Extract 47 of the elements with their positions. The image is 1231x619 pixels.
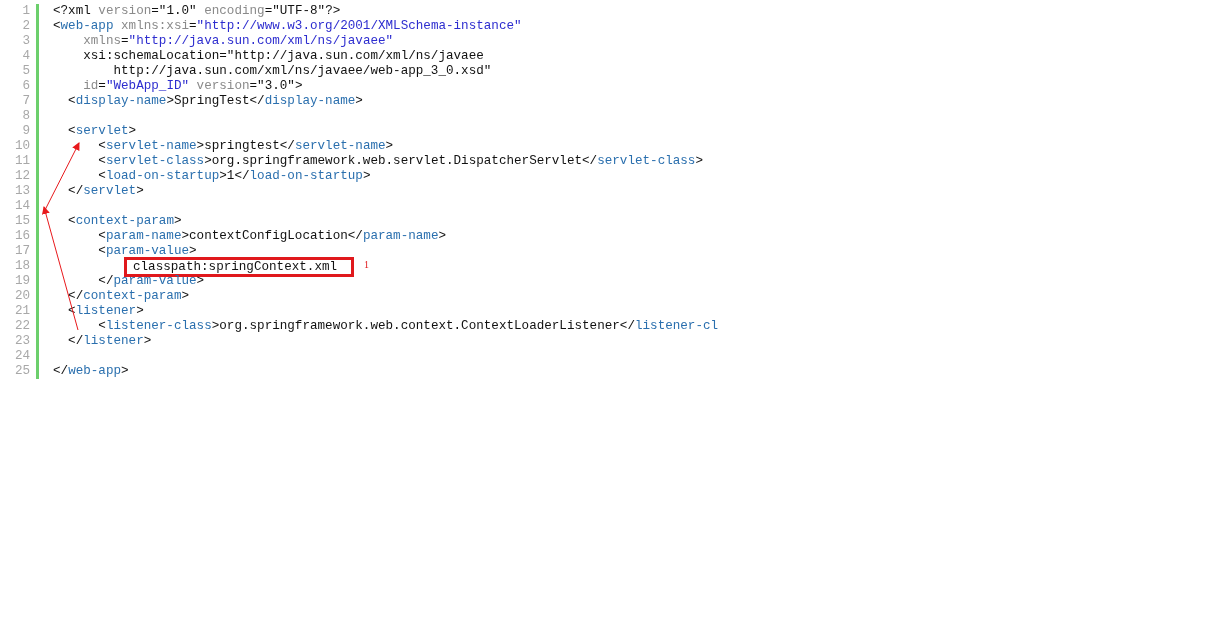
line-number: 4: [22, 49, 30, 64]
line-number: 2: [22, 19, 30, 34]
line-number: 19: [14, 274, 30, 289]
line-number: 16: [14, 229, 30, 244]
line-number: 10: [14, 139, 30, 154]
line-number: 11: [14, 154, 30, 169]
code-line: </listener>: [67, 334, 153, 349]
code-line: <servlet-name>springtest</servlet-name>: [97, 139, 395, 154]
line-number: 18: [14, 259, 30, 274]
line-number: 12: [14, 169, 30, 184]
line-number: 23: [14, 334, 30, 349]
code-line: </context-param>: [67, 289, 191, 304]
line-number: 1: [22, 4, 30, 19]
annotation-label: 1: [364, 258, 370, 272]
code-line: <servlet-class>org.springframework.web.servlet.DispatcherServlet</servlet-class>: [97, 154, 704, 169]
line-number: 21: [14, 304, 30, 319]
code-line: <display-name>SpringTest</display-name>: [67, 94, 364, 109]
code-line: <listener-class>org.springframework.web.context.ContextLoaderListener</listener-cl: [97, 319, 719, 334]
line-number: 3: [22, 34, 30, 49]
code-line: </param-value>: [97, 274, 206, 289]
code-line: http://java.sun.com/xml/ns/javaee/web-app_3_0.xsd": [112, 64, 493, 79]
line-number: 20: [14, 289, 30, 304]
code-line: <load-on-startup>1</load-on-startup>: [97, 169, 372, 184]
line-number: 15: [14, 214, 30, 229]
line-number: 9: [22, 124, 30, 139]
code-line: <servlet>: [67, 124, 138, 139]
code-line: <listener>: [67, 304, 145, 319]
line-number: 22: [14, 319, 30, 334]
code-line: <context-param>: [67, 214, 183, 229]
code-line: </web-app>: [53, 364, 130, 379]
line-number: 24: [14, 349, 30, 364]
line-number: 8: [22, 109, 30, 124]
line-number: 14: [14, 199, 30, 214]
line-number: 5: [22, 64, 30, 79]
code-line: xsi:schemaLocation="http://java.sun.com/xml/ns/javaee: [82, 49, 485, 64]
code-line: <?xml version="1.0" encoding="UTF-8"?>: [53, 4, 342, 19]
line-number: 17: [14, 244, 30, 259]
code-line: <param-name>contextConfigLocation</param-name>: [97, 229, 448, 244]
line-number: 6: [22, 79, 30, 94]
line-number: 25: [14, 364, 30, 379]
code-line: <web-app xmlns:xsi="http://www.w3.org/2001/XMLSchema-instance": [53, 19, 523, 34]
line-number: 7: [22, 94, 30, 109]
code-line: </servlet>: [67, 184, 145, 199]
line-number: 13: [14, 184, 30, 199]
code-line: <param-value>: [97, 244, 198, 259]
code-line: id="WebApp_ID" version="3.0">: [82, 79, 304, 94]
code-line: xmlns="http://java.sun.com/xml/ns/javaee": [82, 34, 395, 49]
